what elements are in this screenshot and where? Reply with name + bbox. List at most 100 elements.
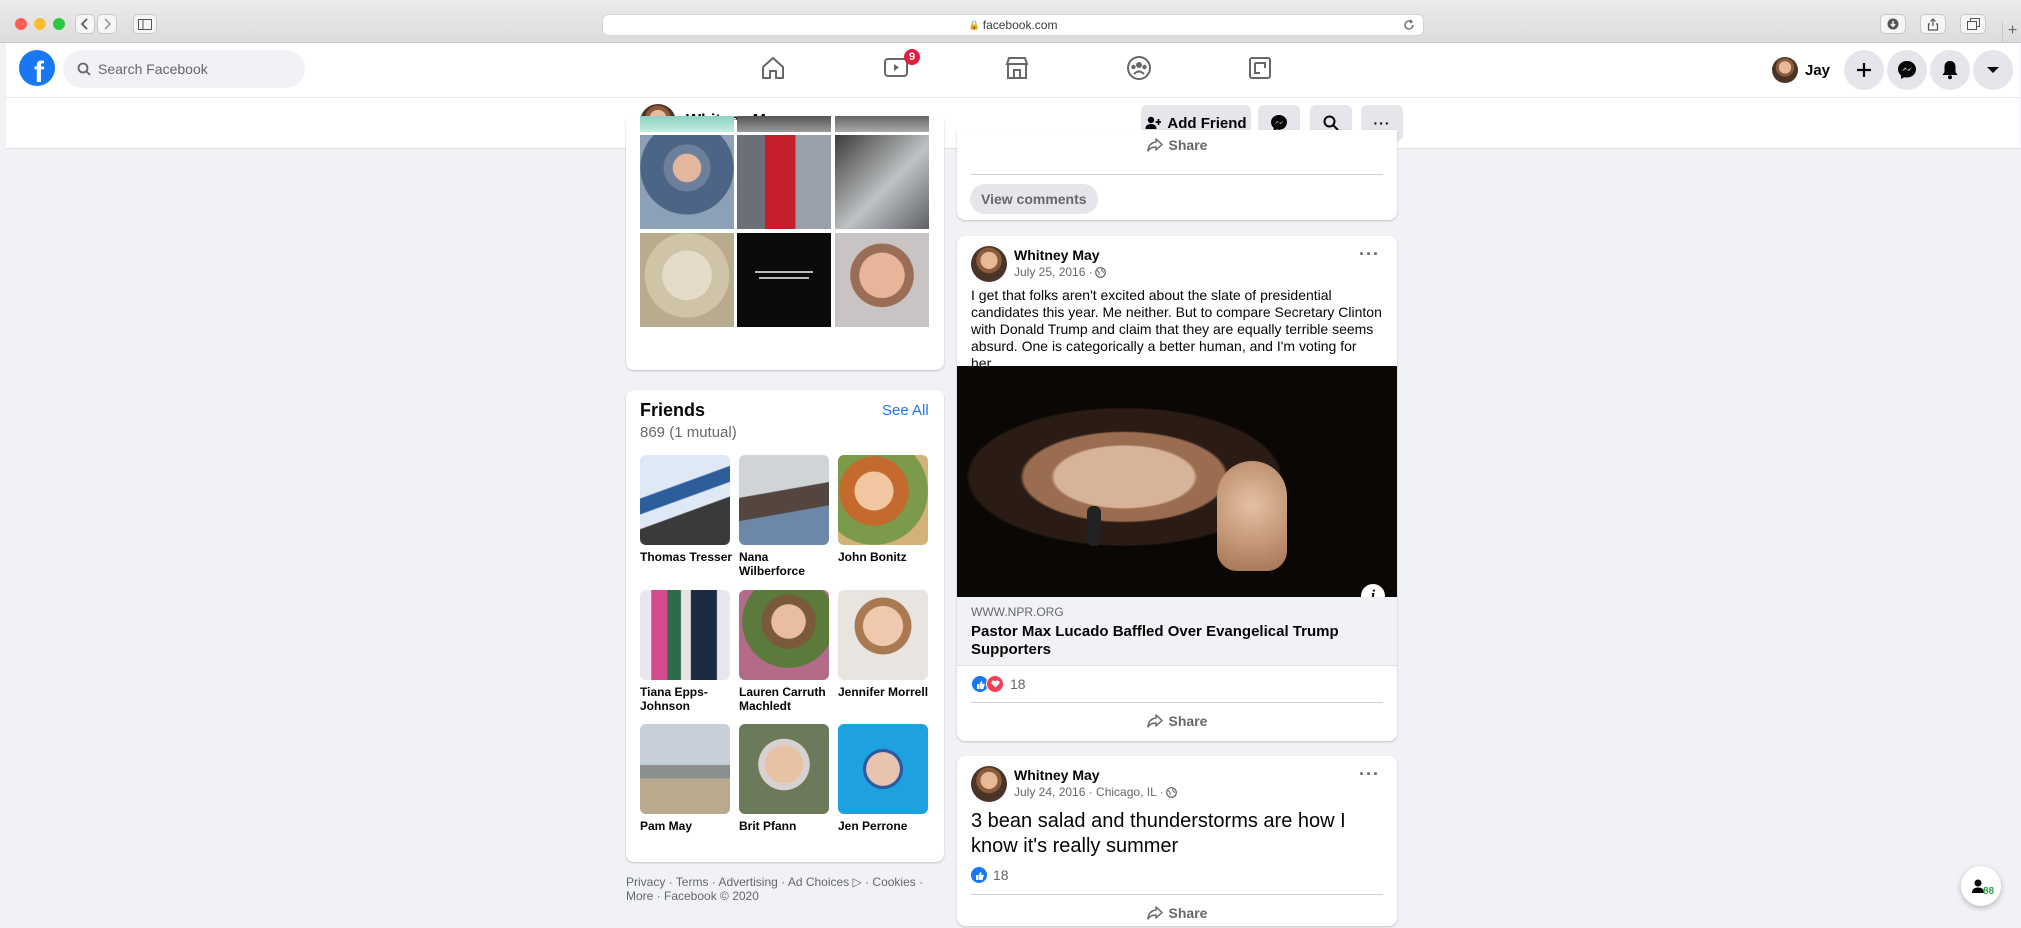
post-date[interactable]: July 24, 2016 · Chicago, IL ·: [1014, 785, 1164, 799]
reactions-count: 18: [1010, 676, 1026, 692]
download-icon: [1887, 18, 1899, 30]
friends-card: Friends See All 869 (1 mutual) Thomas Tr…: [626, 390, 944, 862]
view-comments-button[interactable]: View comments: [970, 184, 1098, 214]
friend-name[interactable]: Pam May: [640, 819, 736, 833]
photo-thumbnail[interactable]: [737, 135, 831, 229]
share-button[interactable]: Share: [957, 898, 1397, 928]
post-author-avatar[interactable]: [971, 766, 1007, 802]
user-name: Jay: [1805, 61, 1831, 79]
share-label: Share: [1168, 137, 1208, 153]
post-options-button[interactable]: ···: [1359, 764, 1380, 785]
photo-thumbnail[interactable]: [835, 135, 929, 229]
share-button[interactable]: Share: [957, 130, 1397, 160]
link-preview-caption[interactable]: WWW.NPR.ORG Pastor Max Lucado Baffled Ov…: [957, 597, 1397, 666]
link-preview-image[interactable]: i: [957, 366, 1397, 597]
footer-links-line1[interactable]: Privacy · Terms · Advertising · Ad Choic…: [626, 875, 923, 889]
nav-groups-button[interactable]: [1109, 55, 1169, 85]
new-tab-button[interactable]: +: [2002, 22, 2021, 42]
like-reaction-icon: [971, 867, 987, 883]
globe-icon: [1094, 266, 1106, 278]
link-title: Pastor Max Lucado Baffled Over Evangelic…: [971, 623, 1339, 658]
link-domain: WWW.NPR.ORG: [971, 605, 1064, 619]
photo-thumbnail[interactable]: [835, 233, 929, 327]
friend-photo[interactable]: [739, 455, 829, 545]
photo-thumbnail[interactable]: [737, 116, 831, 132]
friend-photo[interactable]: [838, 724, 928, 814]
share-arrow-icon: [1146, 714, 1163, 728]
post-date[interactable]: July 25, 2016 ·: [1014, 265, 1093, 279]
share-icon: [1927, 17, 1939, 31]
friend-photo[interactable]: [838, 590, 928, 680]
share-button[interactable]: Share: [957, 706, 1397, 736]
watch-notification-badge: 9: [904, 49, 920, 65]
see-all-friends-link[interactable]: See All: [882, 402, 929, 419]
post-author-avatar[interactable]: [971, 246, 1007, 282]
sidebar-toggle-button[interactable]: [133, 14, 157, 34]
minimize-window-button[interactable]: [34, 18, 46, 30]
create-button[interactable]: [1844, 50, 1884, 90]
reactions-summary[interactable]: 18: [971, 867, 1009, 883]
friend-photo[interactable]: [640, 455, 730, 545]
avatar: [1772, 57, 1798, 83]
profile-shortcut[interactable]: Jay: [1772, 51, 1836, 89]
address-bar[interactable]: 🔒 facebook.com: [602, 14, 1424, 36]
friend-photo[interactable]: [838, 455, 928, 545]
post-text: 3 bean salad and thunderstorms are how I…: [971, 810, 1346, 857]
friend-photo[interactable]: [640, 724, 730, 814]
friend-photo[interactable]: [739, 590, 829, 680]
post-card: Whitney May July 24, 2016 · Chicago, IL …: [957, 756, 1397, 926]
zoom-window-button[interactable]: [53, 18, 65, 30]
lock-icon: 🔒: [968, 19, 980, 30]
reactions-summary[interactable]: 18: [971, 675, 1026, 693]
friend-name[interactable]: Tiana Epps-Johnson: [640, 685, 736, 713]
back-button[interactable]: [75, 14, 95, 34]
facebook-top-nav: f Search Facebook 9 Jay: [6, 43, 2020, 98]
nav-gaming-button[interactable]: [1230, 55, 1290, 85]
friend-photo[interactable]: [739, 724, 829, 814]
friend-name[interactable]: Nana Wilberforce: [739, 550, 835, 578]
caret-down-icon: [1987, 67, 1999, 73]
nav-home-button[interactable]: [743, 55, 803, 85]
share-button[interactable]: [1920, 14, 1946, 34]
photo-thumbnail[interactable]: [737, 233, 831, 327]
post-author-name[interactable]: Whitney May: [1014, 767, 1100, 783]
friend-name[interactable]: Jen Perrone: [838, 819, 934, 833]
nav-marketplace-button[interactable]: [987, 55, 1047, 85]
forward-button[interactable]: [97, 14, 117, 34]
messenger-button[interactable]: [1887, 50, 1927, 90]
nav-watch-button[interactable]: 9: [866, 49, 926, 85]
contacts-chat-button[interactable]: 88: [1961, 866, 2001, 906]
divider: [971, 894, 1383, 895]
friend-name[interactable]: Thomas Tresser: [640, 550, 736, 564]
photo-thumbnail[interactable]: [835, 116, 929, 132]
notifications-button[interactable]: [1930, 50, 1970, 90]
facebook-logo[interactable]: f: [19, 50, 55, 86]
post-options-button[interactable]: ···: [1359, 244, 1380, 265]
friend-name[interactable]: Lauren Carruth Machledt: [739, 685, 835, 713]
photo-thumbnail[interactable]: [640, 233, 734, 327]
tabs-icon: [1966, 18, 1980, 30]
search-input[interactable]: Search Facebook: [63, 50, 305, 88]
address-text: facebook.com: [982, 18, 1058, 32]
marketplace-icon: [1005, 57, 1029, 79]
post-author-name[interactable]: Whitney May: [1014, 247, 1100, 263]
footer-links-line2[interactable]: More · Facebook © 2020: [626, 889, 923, 903]
photo-thumbnail[interactable]: [640, 135, 734, 229]
friend-photo[interactable]: [640, 590, 730, 680]
close-window-button[interactable]: [15, 18, 27, 30]
info-icon[interactable]: i: [1361, 584, 1385, 597]
friend-name[interactable]: Jennifer Morrell: [838, 685, 934, 699]
friend-name[interactable]: John Bonitz: [838, 550, 934, 564]
tabs-overview-button[interactable]: [1960, 14, 1986, 34]
share-label: Share: [1168, 713, 1208, 729]
photo-thumbnail[interactable]: [640, 116, 734, 132]
add-friend-label: Add Friend: [1167, 114, 1247, 132]
friends-title: Friends: [640, 400, 706, 420]
account-menu-button[interactable]: [1973, 50, 2013, 90]
share-arrow-icon: [1146, 138, 1163, 152]
sidebar-icon: [138, 18, 152, 30]
reload-icon[interactable]: [1403, 19, 1415, 31]
friend-name[interactable]: Brit Pfann: [739, 819, 835, 833]
photos-card: [626, 116, 944, 370]
downloads-button[interactable]: [1880, 14, 1906, 34]
